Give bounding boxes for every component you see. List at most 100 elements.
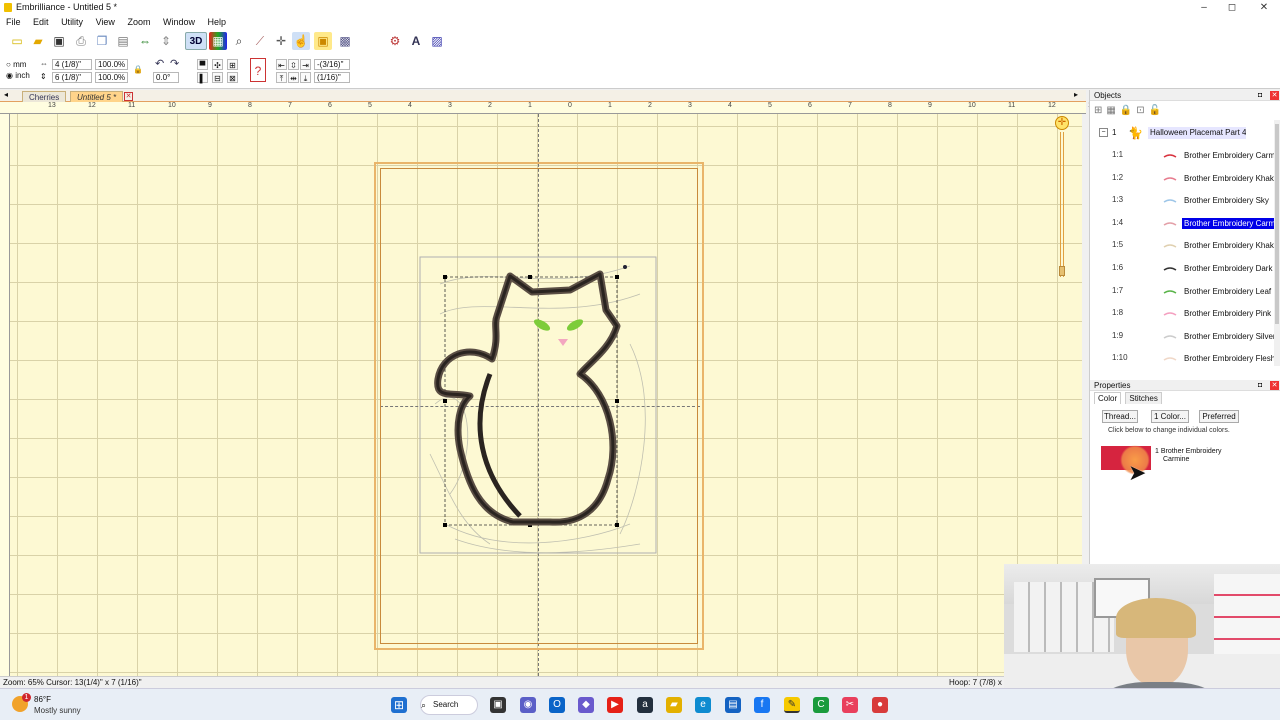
edge-icon[interactable]: e [695,697,711,713]
tab-scroll-left-icon[interactable]: ◂ [4,90,8,99]
move-horizontal-icon[interactable]: ⇹ [288,72,299,83]
move-vertical-icon[interactable]: ⇳ [288,59,299,70]
object-row[interactable]: 1:5 Brother Embroidery Khaki [1090,234,1275,256]
ruler-measure-icon[interactable]: ⟋ [251,32,269,50]
copy-icon[interactable]: ❐ [93,32,111,50]
object-row[interactable]: 1:1 Brother Embroidery Carmine [1090,144,1275,166]
menu-view[interactable]: View [96,17,115,27]
new-file-icon[interactable]: ▭ [8,32,26,50]
object-row[interactable]: 1:2 Brother Embroidery Khaki [1090,167,1275,189]
offset-x-field[interactable]: -(3/16)" [314,59,350,70]
maximize-button[interactable]: ◻ [1216,0,1248,15]
store-icon[interactable]: ▤ [725,697,741,713]
outlook-icon[interactable]: O [549,697,565,713]
chat-icon[interactable]: ◉ [520,697,536,713]
facebook-icon[interactable]: f [754,697,770,713]
open-folder-icon[interactable]: ▰ [29,32,47,50]
unit-mm-radio[interactable]: ○ mm [6,60,26,69]
text-tool-icon[interactable]: A [407,32,425,50]
snipping-tool-icon[interactable]: ✂ [842,697,858,713]
3d-view-button[interactable]: 3D [185,32,207,50]
object-row[interactable]: 1:10 Brother Embroidery Flesh [1090,347,1275,369]
width-field[interactable]: 4 (1/8)" [52,59,92,70]
unlock-icon[interactable]: ⊡ [1136,105,1148,116]
design-canvas[interactable]: ✛ [10,114,1082,676]
hoop-center-icon[interactable]: ✛ [272,32,290,50]
align-top-icon[interactable]: ▀ [197,59,208,70]
scale-height-field[interactable]: 100.0% [95,72,128,83]
task-view-icon[interactable]: ▣ [490,697,506,713]
select-pointer-icon[interactable]: ☝ [292,32,310,50]
hoop-select-icon[interactable]: ▣ [314,32,332,50]
object-row[interactable]: 1:8 Brother Embroidery Pink [1090,302,1275,324]
align-left-icon[interactable]: ▌ [197,72,208,83]
rotate-right-icon[interactable]: ↷ [170,57,179,70]
mirror-icon[interactable]: ⇕ [157,32,175,50]
object-row[interactable]: 1:6 Brother Embroidery Dark [1090,257,1275,279]
cat-design[interactable] [410,254,670,564]
amazon-icon[interactable]: a [637,697,653,713]
menu-zoom[interactable]: Zoom [127,17,150,27]
arrange-icon[interactable]: ⊠ [227,72,238,83]
menu-help[interactable]: Help [208,17,227,27]
thread-button[interactable]: Thread... [1102,410,1138,423]
move-up-icon[interactable]: ⤒ [276,72,287,83]
object-row[interactable]: 1:4 Brother Embroidery Carmine [1090,212,1275,234]
properties-panel-pin-icon[interactable]: ◘ [1258,380,1262,391]
rotate-handle[interactable] [623,265,627,269]
close-button[interactable]: ✕ [1248,0,1280,15]
height-field[interactable]: 6 (1/8)" [52,72,92,83]
distribute-icon[interactable]: ⊟ [212,72,223,83]
color-sort-icon[interactable]: ▦ [209,32,227,50]
menu-file[interactable]: File [6,17,21,27]
menu-window[interactable]: Window [163,17,195,27]
collapse-toggle-icon[interactable]: − [1099,128,1108,137]
preferred-button[interactable]: Preferred [1199,410,1239,423]
properties-panel-close-icon[interactable]: ✕ [1270,381,1279,390]
hoop-position-icon[interactable]: ✛ [1055,116,1069,130]
group-icon[interactable]: ▦ [1106,105,1119,116]
object-group-row[interactable]: − 1 🐈 Halloween Placemat Part 4 [1090,122,1275,144]
menu-edit[interactable]: Edit [33,17,49,27]
lock-icon[interactable]: 🔒 [1120,105,1136,116]
applique-icon[interactable]: ▨ [428,32,446,50]
object-row[interactable]: 1:3 Brother Embroidery Sky [1090,189,1275,211]
file-explorer-icon[interactable]: ▰ [666,697,682,713]
object-row[interactable]: 1:9 Brother Embroidery Silver [1090,325,1275,347]
paste-icon[interactable]: ▤ [114,32,132,50]
tab-cherries[interactable]: Cherries [22,91,67,102]
tab-close-icon[interactable]: ✕ [124,92,133,101]
save-icon[interactable]: ▣ [50,32,68,50]
youtube-icon[interactable]: ▶ [607,697,623,713]
expand-all-icon[interactable]: ⊞ [1094,105,1106,116]
offset-y-field[interactable]: (1/16)" [314,72,350,83]
objects-panel-close-icon[interactable]: ✕ [1270,91,1279,100]
recorder-icon[interactable]: ● [872,697,888,713]
menu-utility[interactable]: Utility [61,17,83,27]
tab-untitled-5[interactable]: Untitled 5 * [70,91,124,102]
move-down-icon[interactable]: ⤓ [300,72,311,83]
one-color-button[interactable]: 1 Color... [1151,410,1189,423]
move-left-icon[interactable]: ⇤ [276,59,287,70]
padlock-icon[interactable]: 🔓 [1149,105,1165,116]
object-row[interactable]: 1:7 Brother Embroidery Leaf [1090,280,1275,302]
scale-width-field[interactable]: 100.0% [95,59,128,70]
align-center-icon[interactable]: ✣ [212,59,223,70]
lock-aspect-icon[interactable]: 🔒 [133,65,143,74]
camtasia-icon[interactable]: C [813,697,829,713]
rotate-left-icon[interactable]: ↶ [155,57,164,70]
objects-scrollbar-thumb[interactable] [1275,124,1279,324]
flip-icon[interactable]: ⇔ [136,32,154,50]
align-grid-icon[interactable]: ⊞ [227,59,238,70]
vertical-slider-track[interactable] [1060,132,1064,277]
move-right-icon[interactable]: ⇥ [300,59,311,70]
objects-panel-pin-icon[interactable]: ◘ [1258,90,1262,101]
print-icon[interactable]: ⎙ [72,32,90,50]
thread-palette-icon[interactable]: ⚙ [386,32,404,50]
help-icon[interactable]: ? [250,58,266,82]
tab-color[interactable]: Color [1094,392,1122,404]
start-icon[interactable]: ⊞ [391,697,407,713]
taskbar-search[interactable]: ⌕ Search [420,695,478,715]
zoom-icon[interactable]: ⌕ [230,32,248,50]
objects-scrollbar[interactable] [1274,120,1280,366]
